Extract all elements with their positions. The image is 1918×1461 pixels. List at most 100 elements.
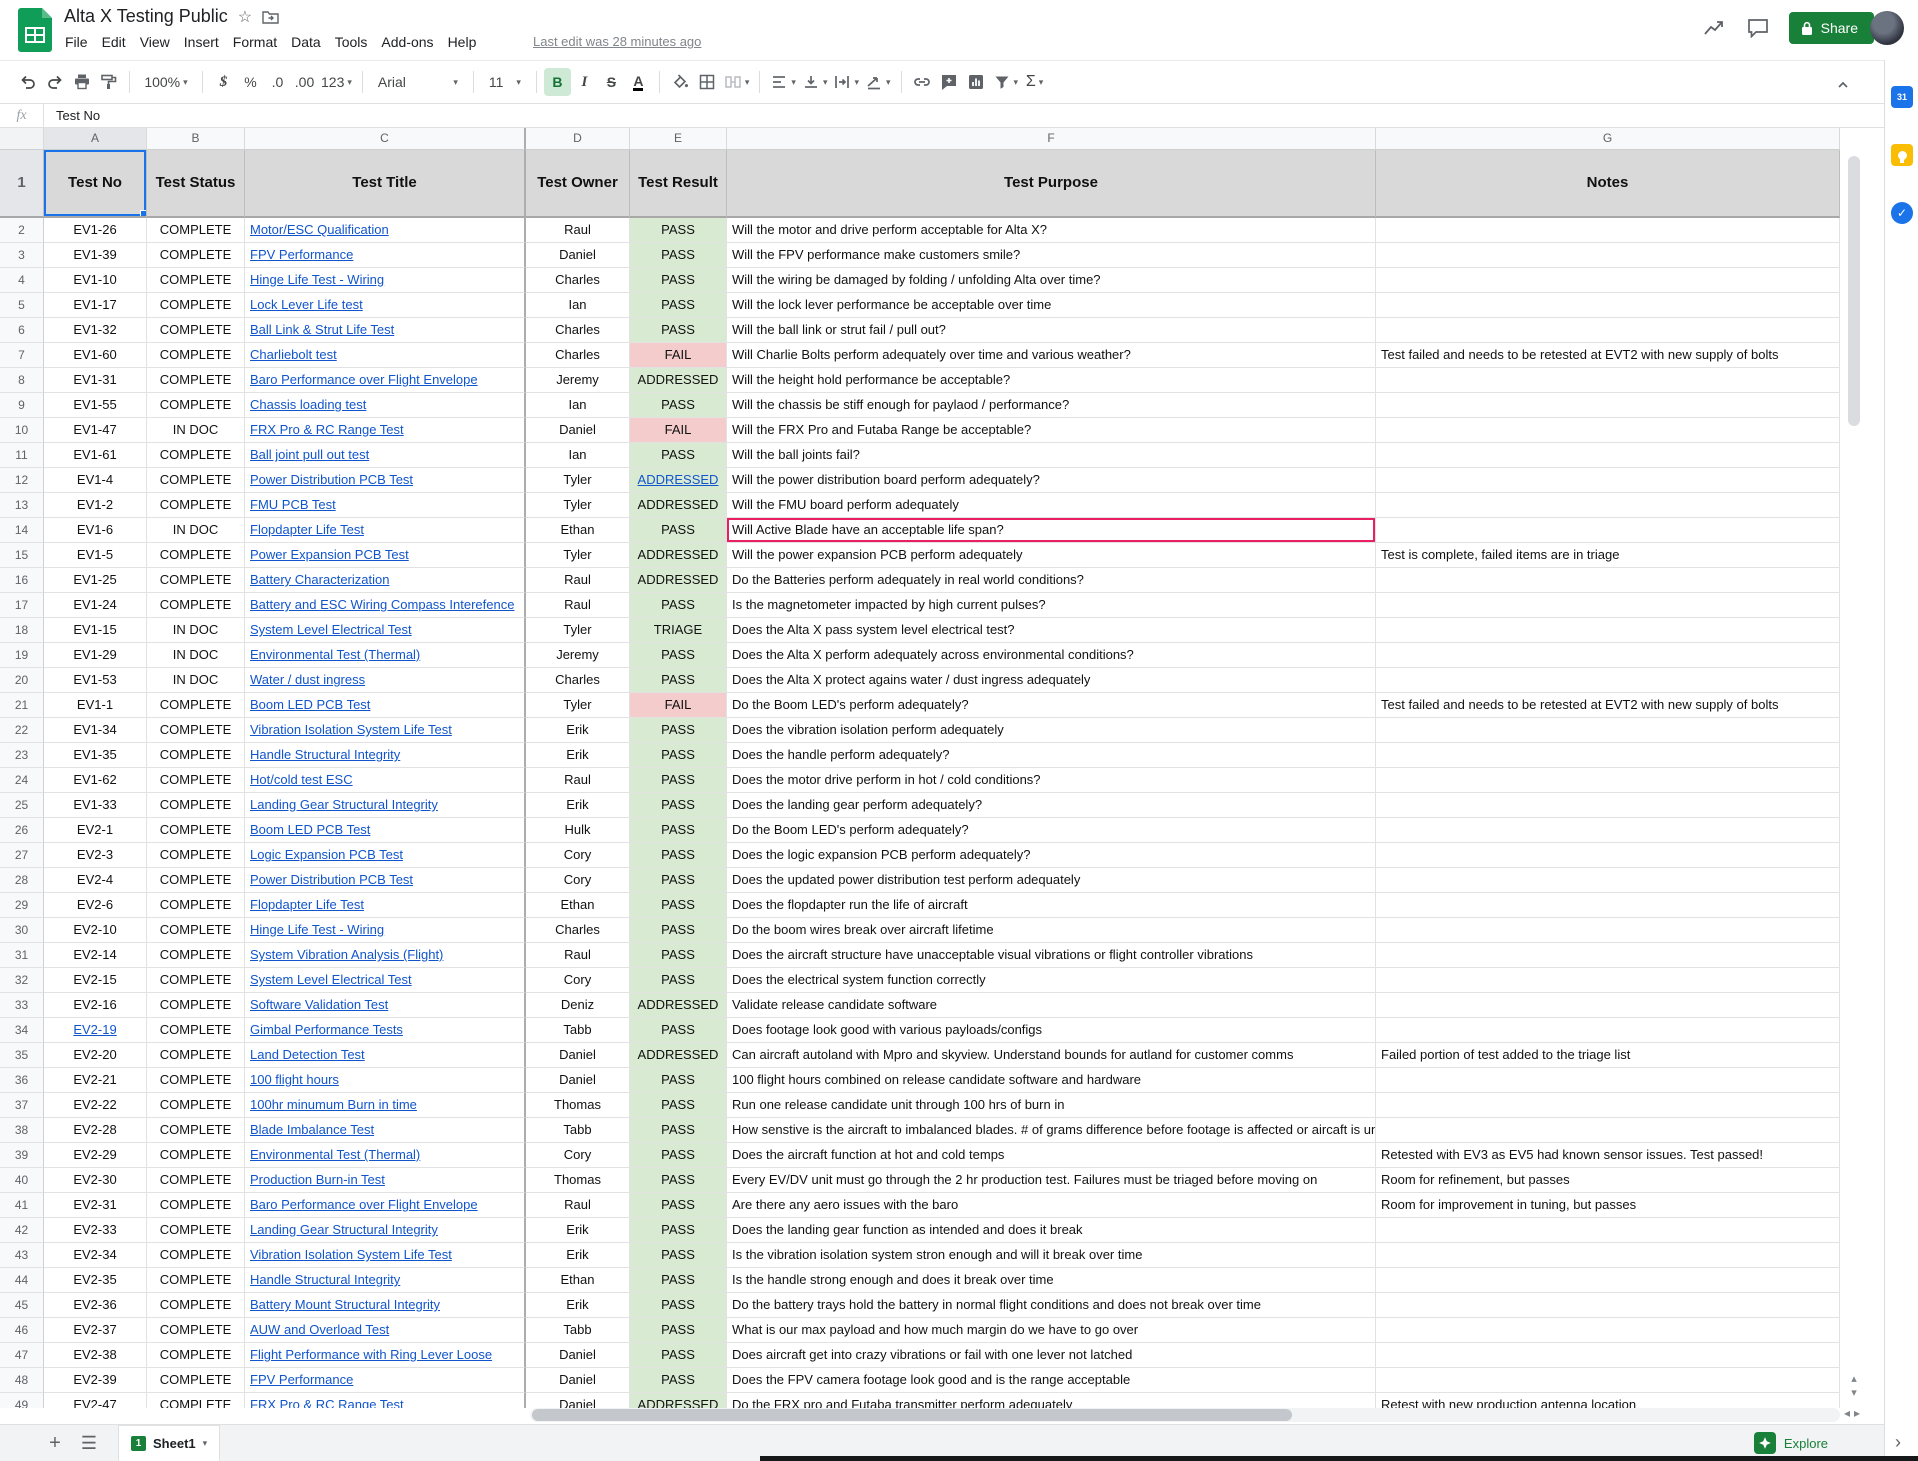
cell-C13[interactable]: FMU PCB Test (245, 493, 526, 518)
cell-A45[interactable]: EV2-36 (44, 1293, 147, 1318)
cell-C49[interactable]: FRX Pro & RC Range Test (245, 1393, 526, 1408)
cell-C45[interactable]: Battery Mount Structural Integrity (245, 1293, 526, 1318)
cell-B34[interactable]: COMPLETE (147, 1018, 245, 1043)
cell-E7[interactable]: FAIL (630, 343, 727, 368)
test-title-link[interactable]: FRX Pro & RC Range Test (250, 1397, 404, 1408)
decrease-decimal-button[interactable]: .0 (264, 68, 291, 96)
cell-B27[interactable]: COMPLETE (147, 843, 245, 868)
cell-C42[interactable]: Landing Gear Structural Integrity (245, 1218, 526, 1243)
cell-E41[interactable]: PASS (630, 1193, 727, 1218)
cell-A21[interactable]: EV1-1 (44, 693, 147, 718)
test-title-link[interactable]: System Level Electrical Test (250, 622, 412, 637)
test-title-link[interactable]: Logic Expansion PCB Test (250, 847, 403, 862)
col-header-A[interactable]: A (44, 128, 147, 150)
row-header-7[interactable]: 7 (0, 343, 44, 368)
cell-A17[interactable]: EV1-24 (44, 593, 147, 618)
scroll-right-icon[interactable]: ▸ (1854, 1406, 1860, 1420)
cell-F2[interactable]: Will the motor and drive perform accepta… (727, 218, 1376, 243)
row-header-38[interactable]: 38 (0, 1118, 44, 1143)
functions-button[interactable]: Σ ▾ (1021, 68, 1048, 96)
row-header-24[interactable]: 24 (0, 768, 44, 793)
cell-F42[interactable]: Does the landing gear function as intend… (727, 1218, 1376, 1243)
cell-C25[interactable]: Landing Gear Structural Integrity (245, 793, 526, 818)
undo-button[interactable] (14, 68, 41, 96)
cell-D48[interactable]: Daniel (526, 1368, 630, 1393)
scroll-left-icon[interactable]: ◂ (1844, 1406, 1850, 1420)
cell-G21[interactable]: Test failed and needs to be retested at … (1376, 693, 1840, 718)
cell-C18[interactable]: System Level Electrical Test (245, 618, 526, 643)
cell-F41[interactable]: Are there any aero issues with the baro (727, 1193, 1376, 1218)
row-header-37[interactable]: 37 (0, 1093, 44, 1118)
cell-F33[interactable]: Validate release candidate software (727, 993, 1376, 1018)
test-title-link[interactable]: Charliebolt test (250, 347, 337, 362)
cell-E30[interactable]: PASS (630, 918, 727, 943)
test-title-link[interactable]: Power Expansion PCB Test (250, 547, 409, 562)
cell-E36[interactable]: PASS (630, 1068, 727, 1093)
cell-E11[interactable]: PASS (630, 443, 727, 468)
test-title-link[interactable]: Flight Performance with Ring Lever Loose (250, 1347, 492, 1362)
cell-D29[interactable]: Ethan (526, 893, 630, 918)
cell-A40[interactable]: EV2-30 (44, 1168, 147, 1193)
cell-F35[interactable]: Can aircraft autoland with Mpro and skyv… (727, 1043, 1376, 1068)
cell-C8[interactable]: Baro Performance over Flight Envelope (245, 368, 526, 393)
row-header-47[interactable]: 47 (0, 1343, 44, 1368)
cell-A20[interactable]: EV1-53 (44, 668, 147, 693)
cell-B35[interactable]: COMPLETE (147, 1043, 245, 1068)
cell-F24[interactable]: Does the motor drive perform in hot / co… (727, 768, 1376, 793)
row-header-44[interactable]: 44 (0, 1268, 44, 1293)
cell-B42[interactable]: COMPLETE (147, 1218, 245, 1243)
avatar[interactable] (1870, 11, 1904, 45)
cell-A34[interactable]: EV2-19 (44, 1018, 147, 1043)
cell-F13[interactable]: Will the FMU board perform adequately (727, 493, 1376, 518)
cell-F7[interactable]: Will Charlie Bolts perform adequately ov… (727, 343, 1376, 368)
cell-C41[interactable]: Baro Performance over Flight Envelope (245, 1193, 526, 1218)
row-header-8[interactable]: 8 (0, 368, 44, 393)
cell-A25[interactable]: EV1-33 (44, 793, 147, 818)
row-header-23[interactable]: 23 (0, 743, 44, 768)
cell-D33[interactable]: Deniz (526, 993, 630, 1018)
cell-B33[interactable]: COMPLETE (147, 993, 245, 1018)
cell-C6[interactable]: Ball Link & Strut Life Test (245, 318, 526, 343)
test-title-link[interactable]: Battery and ESC Wiring Compass Interefen… (250, 597, 514, 612)
cell-C31[interactable]: System Vibration Analysis (Flight) (245, 943, 526, 968)
cell-D44[interactable]: Ethan (526, 1268, 630, 1293)
cell-C2[interactable]: Motor/ESC Qualification (245, 218, 526, 243)
cell-C38[interactable]: Blade Imbalance Test (245, 1118, 526, 1143)
cell-F32[interactable]: Does the electrical system function corr… (727, 968, 1376, 993)
cell-A49[interactable]: EV2-47 (44, 1393, 147, 1408)
cell-G11[interactable] (1376, 443, 1840, 468)
row-header-33[interactable]: 33 (0, 993, 44, 1018)
cell-F20[interactable]: Does the Alta X protect agains water / d… (727, 668, 1376, 693)
text-wrap-button[interactable]: ▾ (830, 68, 862, 96)
cell-B23[interactable]: COMPLETE (147, 743, 245, 768)
number-format-button[interactable]: 123 ▾ (318, 68, 355, 96)
col-header-B[interactable]: B (147, 128, 245, 150)
cell-B29[interactable]: COMPLETE (147, 893, 245, 918)
test-title-link[interactable]: Vibration Isolation System Life Test (250, 1247, 452, 1262)
cell-E17[interactable]: PASS (630, 593, 727, 618)
cell-D14[interactable]: Ethan (526, 518, 630, 543)
paint-format-button[interactable] (95, 68, 122, 96)
cell-B39[interactable]: COMPLETE (147, 1143, 245, 1168)
test-title-link[interactable]: Flopdapter Life Test (250, 522, 364, 537)
sheets-logo-icon[interactable] (18, 8, 52, 52)
cell-G5[interactable] (1376, 293, 1840, 318)
cell-F5[interactable]: Will the lock lever performance be accep… (727, 293, 1376, 318)
cell-F9[interactable]: Will the chassis be stiff enough for pay… (727, 393, 1376, 418)
test-title-link[interactable]: Handle Structural Integrity (250, 1272, 400, 1287)
comment-icon[interactable] (1745, 15, 1771, 41)
cell-F34[interactable]: Does footage look good with various payl… (727, 1018, 1376, 1043)
cell-B21[interactable]: COMPLETE (147, 693, 245, 718)
cell-G42[interactable] (1376, 1218, 1840, 1243)
cell-D20[interactable]: Charles (526, 668, 630, 693)
cell-G25[interactable] (1376, 793, 1840, 818)
cell-F15[interactable]: Will the power expansion PCB perform ade… (727, 543, 1376, 568)
calendar-icon[interactable]: 31 (1891, 86, 1913, 108)
font-size-select[interactable]: 11 ▾ (481, 68, 529, 96)
test-title-link[interactable]: FPV Performance (250, 247, 353, 262)
cell-E5[interactable]: PASS (630, 293, 727, 318)
cell-A27[interactable]: EV2-3 (44, 843, 147, 868)
cell-E15[interactable]: ADDRESSED (630, 543, 727, 568)
cell-D41[interactable]: Raul (526, 1193, 630, 1218)
cell-D23[interactable]: Erik (526, 743, 630, 768)
